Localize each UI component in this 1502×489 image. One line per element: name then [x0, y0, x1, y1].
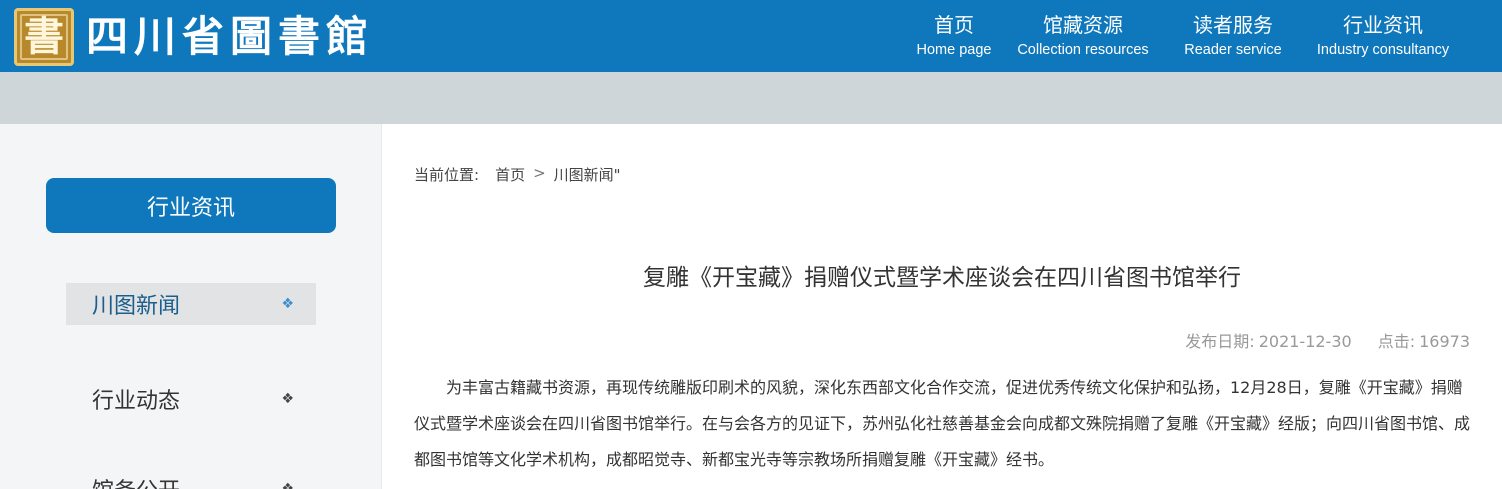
nav-home[interactable]: 首页 Home page	[900, 0, 1008, 72]
sidebar-item-public-affairs[interactable]: 馆务公开 ❖	[66, 468, 316, 489]
breadcrumb-news-link[interactable]: 川图新闻"	[554, 164, 621, 185]
sidebar: 行业资讯 川图新闻 ❖ 行业动态 ❖ 馆务公开 ❖	[0, 124, 382, 489]
sidebar-item-label: 行业动态	[92, 389, 181, 414]
main-nav: 首页 Home page 馆藏资源 Collection resources 读…	[900, 0, 1458, 72]
sub-banner-bar	[0, 72, 1502, 124]
nav-reader-service[interactable]: 读者服务 Reader service	[1158, 0, 1308, 72]
nav-label-zh: 首页	[934, 12, 974, 37]
publish-date: 2021-12-30	[1258, 332, 1352, 351]
sidebar-title: 行业资讯	[46, 178, 336, 233]
main-content: 当前位置: 首页 > 川图新闻" 复雕《开宝藏》捐赠仪式暨学术座谈会在四川省图书…	[382, 124, 1502, 489]
sidebar-item-industry-news[interactable]: 行业动态 ❖	[66, 378, 316, 420]
library-seal-icon: 書	[14, 8, 74, 66]
breadcrumb-home-link[interactable]: 首页	[495, 164, 525, 185]
site-logo[interactable]: 書 四川省圖書館	[14, 8, 374, 66]
article-title: 复雕《开宝藏》捐赠仪式暨学术座谈会在四川省图书馆举行	[643, 265, 1241, 291]
article-body: 为丰富古籍藏书资源，再现传统雕版印刷术的风貌，深化东西部文化合作交流，促进优秀传…	[414, 378, 1471, 469]
diamond-bullet-icon: ❖	[281, 481, 294, 489]
nav-label-zh: 行业资讯	[1343, 12, 1423, 37]
nav-industry-consultancy[interactable]: 行业资讯 Industry consultancy	[1308, 0, 1458, 72]
view-count: 16973	[1419, 332, 1470, 351]
nav-collection-resources[interactable]: 馆藏资源 Collection resources	[1008, 0, 1158, 72]
nav-label-en: Collection resources	[1017, 41, 1149, 58]
sidebar-item-label: 川图新闻	[92, 294, 181, 319]
site-header: 書 四川省圖書館 首页 Home page 馆藏资源 Collection re…	[0, 0, 1502, 72]
nav-label-en: Reader service	[1184, 41, 1282, 58]
breadcrumb: 当前位置: 首页 > 川图新闻"	[414, 164, 621, 185]
breadcrumb-separator: >	[533, 164, 546, 182]
breadcrumb-label: 当前位置:	[414, 166, 480, 184]
nav-label-zh: 读者服务	[1193, 12, 1273, 37]
library-name-logo: 四川省圖書館	[86, 12, 375, 61]
diamond-bullet-icon: ❖	[281, 391, 294, 407]
article-meta: 发布日期: 2021-12-30 点击: 16973	[1181, 328, 1470, 352]
view-count-label: 点击:	[1377, 332, 1416, 351]
sidebar-item-label: 馆务公开	[92, 473, 180, 489]
nav-label-en: Home page	[916, 41, 992, 58]
nav-label-zh: 馆藏资源	[1043, 12, 1123, 37]
nav-label-en: Industry consultancy	[1316, 41, 1450, 58]
publish-date-label: 发布日期:	[1185, 332, 1255, 351]
diamond-bullet-icon: ❖	[281, 296, 294, 312]
sidebar-item-news[interactable]: 川图新闻 ❖	[66, 283, 316, 325]
